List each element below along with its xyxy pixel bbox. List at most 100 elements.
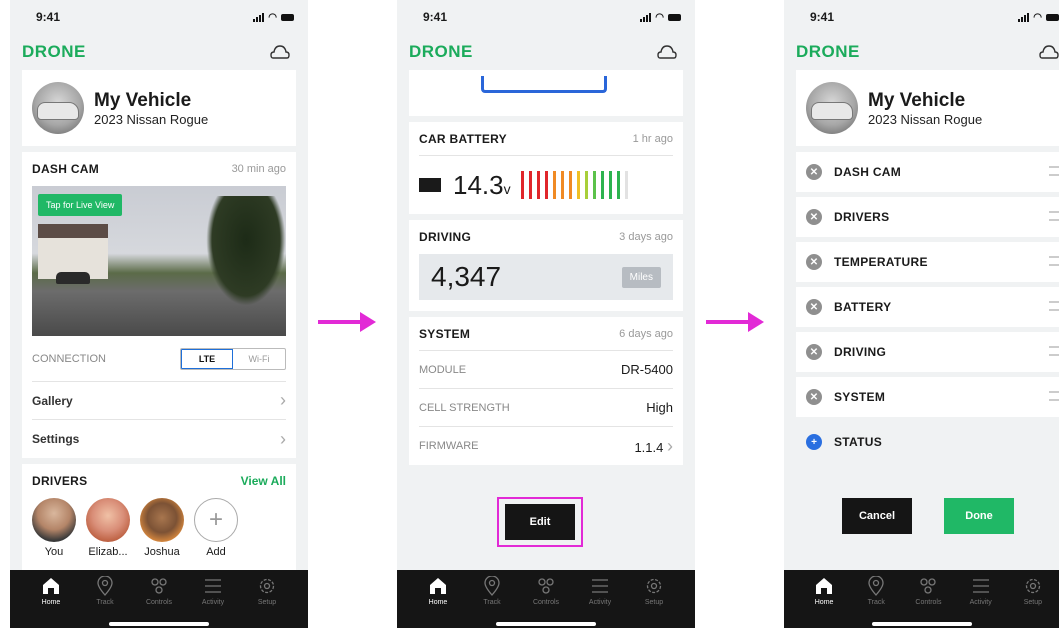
tab-track[interactable]: Track (854, 570, 898, 628)
tab-home[interactable]: Home (802, 570, 846, 628)
vehicle-title: My Vehicle (868, 89, 966, 111)
edit-item-status[interactable]: + STATUS (796, 422, 1059, 462)
driving-title: DRIVING (419, 230, 472, 244)
driver-item[interactable]: Joshua (140, 498, 184, 558)
driver-item[interactable]: Elizab... (86, 498, 130, 558)
drag-handle-icon[interactable] (1049, 391, 1059, 401)
drivers-card: DRIVERS View All You Elizab... Joshua + … (22, 464, 296, 584)
tab-track[interactable]: Track (470, 570, 514, 628)
cloud-icon[interactable] (1039, 44, 1059, 60)
remove-icon[interactable]: ✕ (806, 254, 822, 270)
edit-item-driving[interactable]: ✕ DRIVING (796, 332, 1059, 372)
edit-item-label: SYSTEM (834, 390, 886, 404)
tab-track[interactable]: Track (83, 570, 127, 628)
tab-controls[interactable]: Controls (906, 570, 950, 628)
remove-icon[interactable]: ✕ (806, 299, 822, 315)
module-value: DR-5400 (620, 362, 673, 377)
edit-item-temperature[interactable]: ✕ TEMPERATURE (796, 242, 1059, 282)
logo: DRONE (409, 42, 473, 61)
signal-icon (253, 12, 265, 22)
mileage-value: 4,347 (431, 261, 502, 292)
plus-icon[interactable]: + (194, 498, 238, 542)
tab-activity[interactable]: Activity (959, 570, 1003, 628)
edit-item-drivers[interactable]: ✕ DRIVERS (796, 197, 1059, 237)
connection-toggle[interactable]: LTE Wi-Fi (180, 347, 286, 370)
firmware-row[interactable]: FIRMWARE 1.1.4 › (419, 427, 673, 465)
battery-level-bar (600, 171, 604, 199)
tab-home[interactable]: Home (29, 570, 73, 628)
tab-label: Activity (969, 599, 992, 606)
status-bar: 9:41 ◠ (784, 0, 1059, 34)
gallery-row[interactable]: Gallery › (32, 382, 286, 420)
live-view-button[interactable]: Tap for Live View (38, 194, 123, 216)
signal-icon (640, 12, 652, 22)
tab-bar: Home Track Controls Activity Setup (10, 570, 308, 628)
wifi-option[interactable]: Wi-Fi (233, 349, 285, 369)
battery-level-bar (568, 171, 572, 199)
vehicle-card[interactable]: My Vehicle 2023 Nissan Rogue (796, 70, 1059, 146)
location-pin-icon (868, 576, 884, 596)
home-indicator (496, 622, 596, 626)
drag-handle-icon[interactable] (1049, 256, 1059, 266)
battery-level-bar (592, 171, 596, 199)
driver-name: Joshua (144, 546, 180, 558)
remove-icon[interactable]: ✕ (806, 389, 822, 405)
mileage-unit-button[interactable]: Miles (621, 266, 661, 288)
tab-home[interactable]: Home (416, 570, 460, 628)
add-driver-item[interactable]: + Add (194, 498, 238, 558)
settings-row[interactable]: Settings › (32, 420, 286, 458)
lte-option[interactable]: LTE (181, 348, 233, 369)
battery-level-bar (552, 171, 556, 199)
tab-setup[interactable]: Setup (1011, 570, 1055, 628)
camera-house (38, 224, 108, 279)
cancel-button[interactable]: Cancel (842, 498, 912, 534)
settings-label: Settings (32, 432, 80, 446)
edit-item-dash-cam[interactable]: ✕ DASH CAM (796, 152, 1059, 192)
system-card: SYSTEM 6 days ago MODULE DR-5400 CELL ST… (409, 317, 683, 465)
dash-cam-time: 30 min ago (231, 163, 286, 175)
gear-icon (1025, 578, 1040, 594)
tab-controls[interactable]: Controls (524, 570, 568, 628)
cell-strength-value: High (646, 400, 673, 415)
edit-item-battery[interactable]: ✕ BATTERY (796, 287, 1059, 327)
done-button[interactable]: Done (944, 498, 1014, 534)
gear-icon (259, 578, 275, 594)
remove-icon[interactable]: ✕ (806, 344, 822, 360)
driver-name: Elizab... (88, 546, 128, 558)
tab-activity[interactable]: Activity (191, 570, 235, 628)
location-pin-icon (484, 576, 500, 596)
driver-item[interactable]: You (32, 498, 76, 558)
cloud-icon[interactable] (270, 44, 290, 60)
tab-label: Activity (588, 599, 612, 606)
tab-controls[interactable]: Controls (137, 570, 181, 628)
drag-handle-icon[interactable] (1049, 346, 1059, 356)
drag-handle-icon[interactable] (1049, 166, 1059, 176)
drag-handle-icon[interactable] (1049, 301, 1059, 311)
vehicle-title: My Vehicle (94, 89, 192, 111)
vehicle-image (32, 82, 84, 134)
tab-setup[interactable]: Setup (632, 570, 676, 628)
cloud-icon[interactable] (657, 44, 677, 60)
edit-button[interactable]: Edit (505, 504, 575, 540)
tab-label: Activity (201, 599, 225, 606)
cell-strength-label: CELL STRENGTH (419, 401, 510, 414)
edit-item-system[interactable]: ✕ SYSTEM (796, 377, 1059, 417)
mileage-box: 4,347 Miles (419, 254, 673, 300)
remove-icon[interactable]: ✕ (806, 209, 822, 225)
flow-arrow-2 (706, 312, 764, 332)
tab-activity[interactable]: Activity (578, 570, 622, 628)
phone-home-screen: 9:41 ◠ DRONE My Vehicle 2023 Nissan Rogu… (10, 0, 308, 628)
camera-tree (206, 196, 286, 306)
tab-setup[interactable]: Setup (245, 570, 289, 628)
view-all-link[interactable]: View All (241, 474, 286, 488)
remove-icon[interactable]: ✕ (806, 164, 822, 180)
battery-level-bar (544, 171, 548, 199)
add-icon[interactable]: + (806, 434, 822, 450)
vehicle-card[interactable]: My Vehicle 2023 Nissan Rogue (22, 70, 296, 146)
drag-handle-icon[interactable] (1049, 211, 1059, 221)
dash-cam-card: DASH CAM 30 min ago Tap for Live View CO… (22, 152, 296, 458)
app-header: DRONE (10, 34, 308, 70)
status-time: 9:41 (36, 10, 61, 24)
gear-icon (646, 578, 662, 594)
dash-cam-preview[interactable]: Tap for Live View (32, 186, 286, 336)
